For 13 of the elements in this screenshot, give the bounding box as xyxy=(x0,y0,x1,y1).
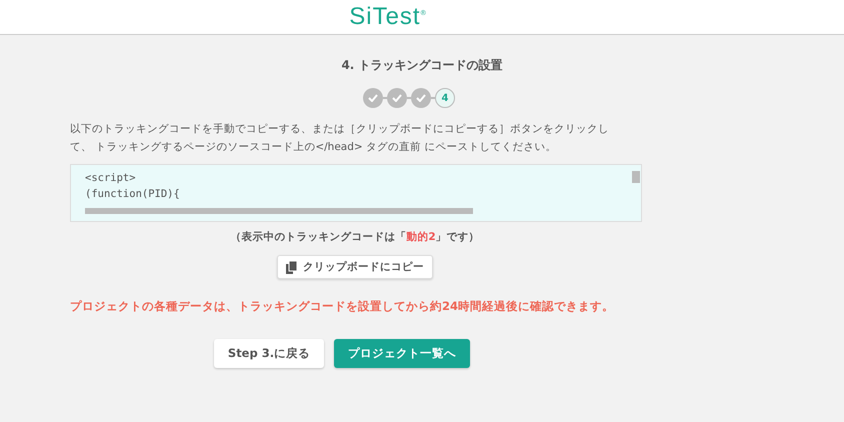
code-line: <script> xyxy=(85,171,137,186)
copy-button[interactable]: クリップボードにコピー xyxy=(277,255,433,279)
instructions-text: 以下のトラッキングコードを手動でコピーする、または［クリップボードにコピーする］ボタンをクリックして、 トラッキングするページのソースコード上の</head> タグの直前 にペーストしてください。 xyxy=(70,122,610,155)
copy-icon xyxy=(286,260,298,274)
code-line: (function(PID){ xyxy=(85,187,181,202)
step-number: 4 xyxy=(435,88,455,108)
logo: SiTest$^{®}$ xyxy=(349,3,427,31)
code-note: （表示中のトラッキングコードは「動的2」です） xyxy=(229,230,481,244)
warning-text: プロジェクトの各種データは、トラッキングコードを設置してから約24時間経過後に確認できます。 xyxy=(70,298,616,315)
scrollbar[interactable] xyxy=(85,208,473,214)
back-button[interactable]: Step 3.に戻る xyxy=(214,339,324,368)
scrollbar[interactable] xyxy=(632,171,640,183)
step-title: 4. トラッキングコードの設置 xyxy=(340,57,504,74)
